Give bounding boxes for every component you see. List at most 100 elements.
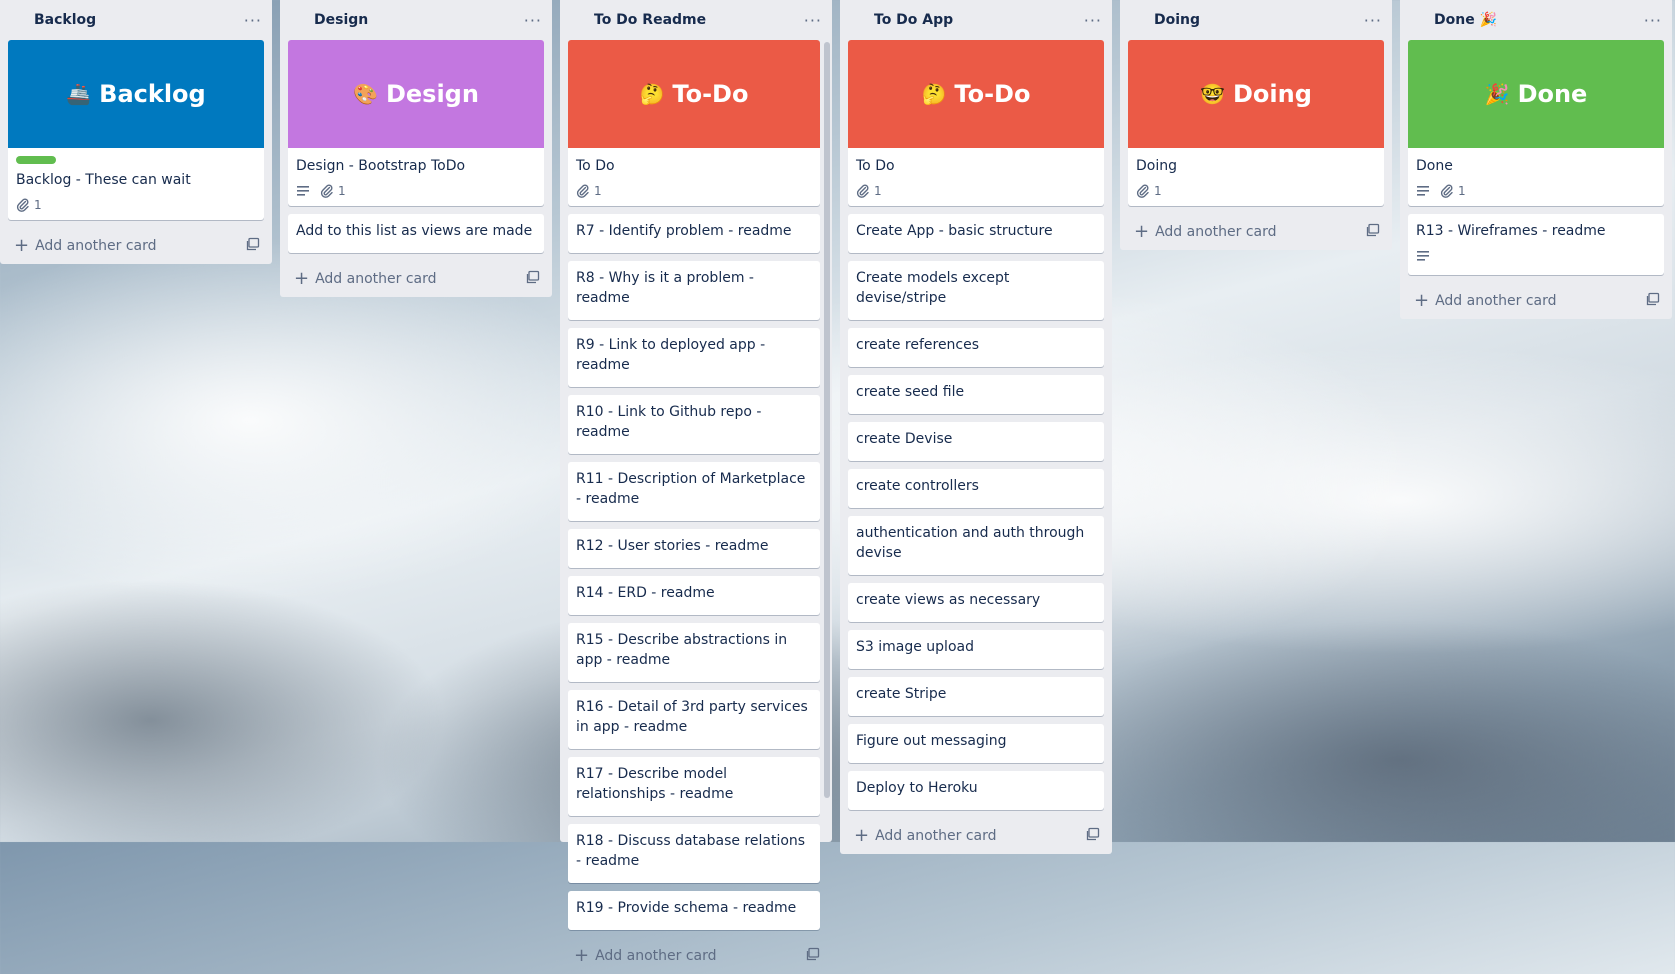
list-card[interactable]: R8 - Why is it a problem - readme: [568, 261, 820, 320]
cover-emoji-icon: 🚢: [66, 82, 92, 106]
list-5: Done 🎉 ··· 🎉 Done Done 1 R13 - Wireframes - re…: [1400, 0, 1672, 319]
card-title: Done: [1416, 158, 1453, 174]
list-title[interactable]: To Do App: [874, 12, 953, 28]
card-template-icon[interactable]: [526, 270, 540, 288]
card-badges: 1: [1416, 180, 1656, 202]
add-card-button[interactable]: + Add another card: [14, 235, 157, 256]
scrollbar-thumb[interactable]: [824, 42, 830, 798]
list-menu-icon[interactable]: ···: [1644, 11, 1662, 30]
attachment-badge: 1: [320, 184, 346, 198]
list-card[interactable]: R13 - Wireframes - readme: [1408, 214, 1664, 275]
list-menu-icon[interactable]: ···: [1084, 11, 1102, 30]
list-card[interactable]: Create models except devise/stripe: [848, 261, 1104, 320]
add-card-button[interactable]: + Add another card: [294, 270, 437, 288]
board: Backlog ··· 🚢 Backlog Backlog - These can wa…: [0, 0, 1675, 965]
attachment-badge: 1: [576, 184, 602, 198]
list-title[interactable]: Done 🎉: [1434, 12, 1497, 28]
list-card[interactable]: R11 - Description of Marketplace - readm…: [568, 462, 820, 521]
card-title: R12 - User stories - readme: [576, 538, 769, 554]
card-body: R14 - ERD - readme: [568, 576, 820, 615]
label-green[interactable]: [16, 156, 56, 164]
plus-icon: +: [14, 235, 30, 256]
cover-card[interactable]: 🎉 Done Done 1: [1408, 40, 1664, 206]
card-title: create views as necessary: [856, 592, 1041, 608]
card-body: Add to this list as views are made: [288, 214, 544, 253]
list-1: Design ··· 🎨 Design Design - Bootstrap ToDo 1…: [280, 0, 552, 297]
card-template-icon[interactable]: [1366, 223, 1380, 241]
cover-card[interactable]: 🤔 To-Do To Do 1: [848, 40, 1104, 206]
cover-card[interactable]: 🤔 To-Do To Do 1: [568, 40, 820, 206]
card-title: R13 - Wireframes - readme: [1416, 223, 1606, 239]
list-menu-icon[interactable]: ···: [524, 11, 542, 30]
card-body: create views as necessary: [848, 583, 1104, 622]
cover-card[interactable]: 🎨 Design Design - Bootstrap ToDo 1: [288, 40, 544, 206]
list-card[interactable]: create views as necessary: [848, 583, 1104, 622]
card-list: 🚢 Backlog Backlog - These can wait 1: [0, 40, 272, 220]
card-body: R12 - User stories - readme: [568, 529, 820, 568]
card-template-icon[interactable]: [246, 237, 260, 255]
card-title: S3 image upload: [856, 639, 974, 655]
list-card[interactable]: Figure out messaging: [848, 724, 1104, 763]
list-menu-icon[interactable]: ···: [244, 11, 262, 30]
list-card[interactable]: R19 - Provide schema - readme: [568, 891, 820, 930]
description-icon: [1416, 250, 1430, 262]
card-body: Deploy to Heroku: [848, 771, 1104, 810]
list-card[interactable]: create controllers: [848, 469, 1104, 508]
list-card[interactable]: Create App - basic structure: [848, 214, 1104, 253]
list-card[interactable]: create references: [848, 328, 1104, 367]
list-card[interactable]: Add to this list as views are made: [288, 214, 544, 253]
card-cover: 🤔 To-Do: [568, 40, 820, 148]
card-body: R17 - Describe model relationships - rea…: [568, 757, 820, 816]
list-title[interactable]: To Do Readme: [594, 12, 706, 28]
add-card-row: + Add another card: [840, 818, 1112, 854]
list-card[interactable]: create seed file: [848, 375, 1104, 414]
list-title[interactable]: Doing: [1154, 12, 1200, 28]
list-card[interactable]: create Stripe: [848, 677, 1104, 716]
card-body: R11 - Description of Marketplace - readm…: [568, 462, 820, 521]
card-template-icon[interactable]: [806, 947, 820, 965]
card-body: R18 - Discuss database relations - readm…: [568, 824, 820, 883]
add-card-button[interactable]: + Add another card: [1414, 292, 1557, 310]
list-card[interactable]: R16 - Detail of 3rd party services in ap…: [568, 690, 820, 749]
attachment-count: 1: [338, 184, 346, 198]
card-title: R16 - Detail of 3rd party services in ap…: [576, 699, 808, 735]
card-template-icon[interactable]: [1646, 292, 1660, 310]
card-body: R10 - Link to Github repo - readme: [568, 395, 820, 454]
cover-card[interactable]: 🤓 Doing Doing 1: [1128, 40, 1384, 206]
list-card[interactable]: R12 - User stories - readme: [568, 529, 820, 568]
card-title: Add to this list as views are made: [296, 223, 533, 239]
card-badges: 1: [856, 180, 1096, 202]
list-scrollbar[interactable]: [824, 40, 832, 802]
card-title: R7 - Identify problem - readme: [576, 223, 792, 239]
card-body: create references: [848, 328, 1104, 367]
list-title[interactable]: Backlog: [34, 12, 96, 28]
card-template-icon[interactable]: [1086, 827, 1100, 845]
list-menu-icon[interactable]: ···: [804, 11, 822, 30]
card-body: Backlog - These can wait 1: [8, 148, 264, 220]
card-title: R17 - Describe model relationships - rea…: [576, 766, 734, 802]
card-body: To Do 1: [848, 148, 1104, 206]
list-card[interactable]: R18 - Discuss database relations - readm…: [568, 824, 820, 883]
card-cover: 🤔 To-Do: [848, 40, 1104, 148]
card-body: R13 - Wireframes - readme: [1408, 214, 1664, 275]
list-card[interactable]: R9 - Link to deployed app - readme: [568, 328, 820, 387]
add-card-button[interactable]: + Add another card: [574, 947, 717, 965]
list-card[interactable]: Deploy to Heroku: [848, 771, 1104, 810]
cover-text: Backlog: [99, 80, 206, 108]
list-title[interactable]: Design: [314, 12, 368, 28]
add-card-button[interactable]: + Add another card: [1134, 223, 1277, 241]
list-card[interactable]: S3 image upload: [848, 630, 1104, 669]
list-card[interactable]: R10 - Link to Github repo - readme: [568, 395, 820, 454]
list-card[interactable]: R7 - Identify problem - readme: [568, 214, 820, 253]
list-card[interactable]: R14 - ERD - readme: [568, 576, 820, 615]
list-card[interactable]: R17 - Describe model relationships - rea…: [568, 757, 820, 816]
attachment-count: 1: [874, 184, 882, 198]
card-body: authentication and auth through devise: [848, 516, 1104, 575]
card-list: 🤔 To-Do To Do 1 R7 - Identify problem - read…: [560, 40, 832, 930]
list-card[interactable]: authentication and auth through devise: [848, 516, 1104, 575]
list-card[interactable]: create Devise: [848, 422, 1104, 461]
list-card[interactable]: R15 - Describe abstractions in app - rea…: [568, 623, 820, 682]
cover-card[interactable]: 🚢 Backlog Backlog - These can wait 1: [8, 40, 264, 220]
cover-emoji-icon: 🤔: [921, 82, 947, 106]
list-menu-icon[interactable]: ···: [1364, 11, 1382, 30]
